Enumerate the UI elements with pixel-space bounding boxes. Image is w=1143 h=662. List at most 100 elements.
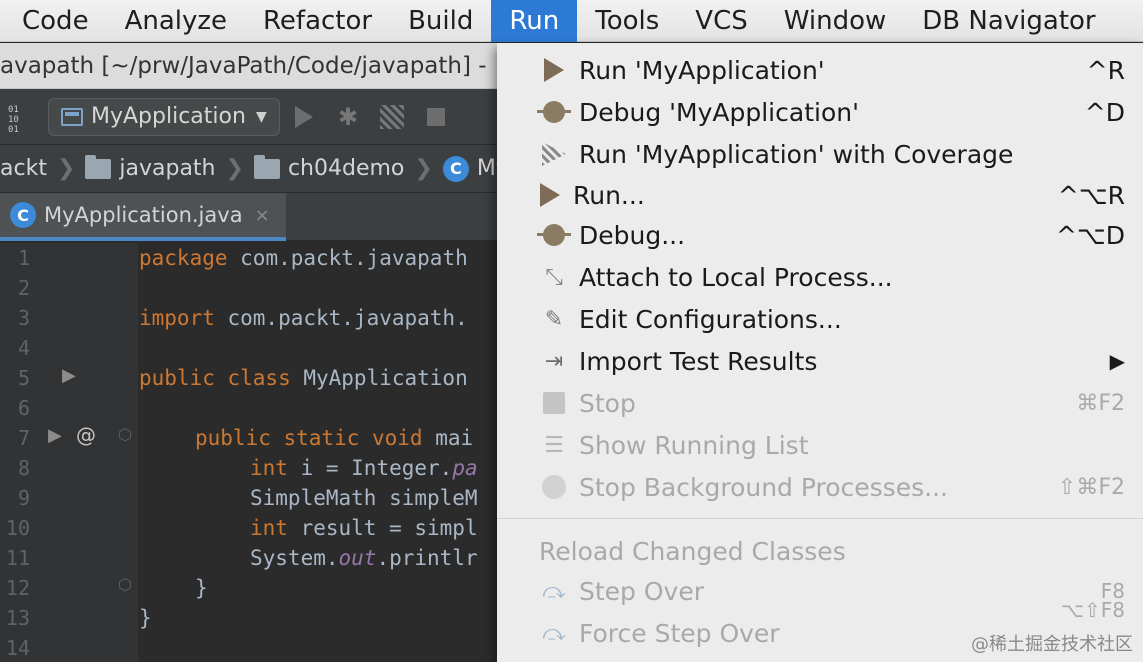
- stop-icon: [539, 388, 569, 418]
- menu-item-step-over[interactable]: ⤼ Step Over F8: [497, 570, 1143, 612]
- menu-item-label: Reload Changed Classes: [539, 536, 846, 566]
- line-number: 13: [5, 606, 30, 630]
- shortcut-label: ⌘F2: [1076, 390, 1125, 416]
- stop-toolbar-button[interactable]: [416, 97, 456, 137]
- breadcrumb-item[interactable]: ch04demo: [253, 154, 405, 181]
- menu-item-attach-to-local-process[interactable]: ⤡ Attach to Local Process...: [497, 256, 1143, 298]
- code-line: System.out.printlr: [250, 546, 478, 570]
- folder-icon: [85, 154, 112, 179]
- menu-item-import-test-results[interactable]: ⇥ Import Test Results ▶: [497, 340, 1143, 382]
- shortcut-label: ^⌥D: [1055, 220, 1125, 250]
- menu-item-label: Force Step Over: [579, 618, 780, 648]
- code-line: package com.packt.javapath: [139, 246, 468, 270]
- coverage-toolbar-button[interactable]: [372, 97, 412, 137]
- menu-item-debug-myapplication[interactable]: Debug 'MyApplication' ^D: [497, 91, 1143, 133]
- line-number: 2: [17, 276, 30, 300]
- run-gutter-icon[interactable]: ▶: [48, 425, 62, 446]
- menu-item-label: Stop Background Processes...: [579, 472, 948, 502]
- code-editor[interactable]: 1 2 3 4 5 6 7 8 9 10 11 12 13 14 ▶ ▶ @ ⬡…: [0, 243, 497, 662]
- menu-item-label: Step Over: [579, 576, 704, 606]
- menu-item-debug-dialog[interactable]: Debug... ^⌥D: [497, 214, 1143, 256]
- fold-icon[interactable]: ⬡: [118, 575, 132, 594]
- menu-tools[interactable]: Tools: [577, 0, 677, 42]
- line-number: 11: [5, 546, 30, 570]
- menu-refactor[interactable]: Refactor: [245, 0, 390, 42]
- run-toolbar-button[interactable]: [284, 97, 324, 137]
- chevron-down-icon: ▼: [255, 108, 267, 125]
- list-icon: ☰: [544, 432, 564, 458]
- menu-item-edit-configurations[interactable]: ✎ Edit Configurations...: [497, 298, 1143, 340]
- shortcut-label: ^D: [1084, 97, 1125, 127]
- menu-item-show-running-list[interactable]: ☰ Show Running List: [497, 424, 1143, 466]
- menu-window[interactable]: Window: [766, 0, 905, 42]
- chevron-right-icon: ❯: [225, 156, 244, 181]
- tab-myapplication-java[interactable]: C MyApplication.java ×: [0, 193, 286, 241]
- menu-item-label: Debug 'MyApplication': [579, 97, 859, 127]
- line-number: 10: [5, 516, 30, 540]
- breadcrumb-item[interactable]: ackt: [0, 156, 47, 181]
- run-menu-dropdown: Run 'MyApplication' ^R Debug 'MyApplicat…: [497, 43, 1143, 662]
- breadcrumb-label: ackt: [0, 156, 47, 181]
- debug-icon: [537, 220, 571, 250]
- menu-item-label: Import Test Results: [579, 346, 818, 376]
- menu-item-label: Run 'MyApplication': [579, 55, 825, 85]
- menu-item-run-with-coverage[interactable]: Run 'MyApplication' with Coverage: [497, 133, 1143, 175]
- submenu-arrow-icon: ▶: [1109, 349, 1125, 373]
- class-icon: C: [10, 202, 36, 228]
- menu-db-navigator[interactable]: DB Navigator: [904, 0, 1113, 42]
- step-over-icon: ⤼: [542, 578, 566, 604]
- bug-icon: ✱: [337, 102, 359, 131]
- menu-bar: Code Analyze Refactor Build Run Tools VC…: [0, 0, 1143, 42]
- coverage-icon: [380, 104, 404, 129]
- class-icon: C: [442, 155, 469, 182]
- line-number: 9: [17, 486, 30, 510]
- menu-item-run-myapplication[interactable]: Run 'MyApplication' ^R: [497, 49, 1143, 91]
- run-gutter-icon[interactable]: ▶: [62, 365, 76, 386]
- fold-icon[interactable]: ⬡: [118, 425, 132, 444]
- breadcrumb-item[interactable]: javapath: [85, 154, 216, 181]
- menu-item-reload-changed-classes[interactable]: Reload Changed Classes: [497, 530, 1143, 572]
- play-icon: [295, 105, 313, 128]
- code-line: }: [139, 606, 152, 630]
- menu-divider: [497, 518, 1143, 519]
- shortcut-label: ⇧⌘F2: [1057, 474, 1125, 500]
- override-annotation-icon: @: [76, 423, 96, 447]
- coverage-icon: [539, 139, 569, 169]
- close-icon[interactable]: ×: [255, 205, 270, 226]
- breadcrumb: ackt ❯ javapath ❯ ch04demo ❯ C MyA: [0, 145, 497, 193]
- code-line: public class MyApplication: [139, 366, 468, 390]
- menu-item-label: Show Running List: [579, 430, 809, 460]
- menu-item-label: Debug...: [579, 220, 686, 250]
- code-line: SimpleMath simpleM: [250, 486, 478, 510]
- menu-item-label: Edit Configurations...: [579, 304, 842, 334]
- edit-config-icon: ✎: [544, 306, 564, 332]
- code-line: import com.packt.javapath.: [139, 306, 468, 330]
- line-number: 14: [5, 636, 30, 660]
- binary-icon[interactable]: 01 10 01: [8, 97, 38, 137]
- line-number: 3: [17, 306, 30, 330]
- tab-label: MyApplication.java: [44, 203, 243, 227]
- run-config-selector[interactable]: MyApplication ▼: [48, 97, 280, 136]
- run-icon: [539, 55, 569, 85]
- stop-bg-icon: [539, 472, 569, 502]
- watermark: @稀土掘金技术社区: [971, 634, 1133, 655]
- debug-icon: [537, 97, 571, 127]
- line-number: 1: [17, 246, 30, 270]
- breadcrumb-item[interactable]: C MyA: [442, 155, 497, 182]
- shortcut-label: ^⌥R: [1057, 180, 1125, 210]
- breadcrumb-label: javapath: [119, 156, 216, 181]
- menu-item-run-dialog[interactable]: Run... ^⌥R: [497, 174, 1143, 216]
- menu-vcs[interactable]: VCS: [677, 0, 765, 42]
- menu-code[interactable]: Code: [0, 0, 107, 42]
- menu-item-stop[interactable]: Stop ⌘F2: [497, 382, 1143, 424]
- menu-build[interactable]: Build: [390, 0, 491, 42]
- breadcrumb-label: ch04demo: [287, 156, 405, 181]
- menu-run[interactable]: Run: [491, 0, 578, 42]
- run-config-label: MyApplication: [91, 104, 246, 129]
- code-line: int result = simpl: [250, 516, 478, 540]
- import-icon: ⇥: [544, 348, 564, 374]
- line-number: 6: [17, 396, 30, 420]
- debug-toolbar-button[interactable]: ✱: [328, 97, 368, 137]
- menu-item-stop-background-processes[interactable]: Stop Background Processes... ⇧⌘F2: [497, 466, 1143, 508]
- menu-analyze[interactable]: Analyze: [107, 0, 245, 42]
